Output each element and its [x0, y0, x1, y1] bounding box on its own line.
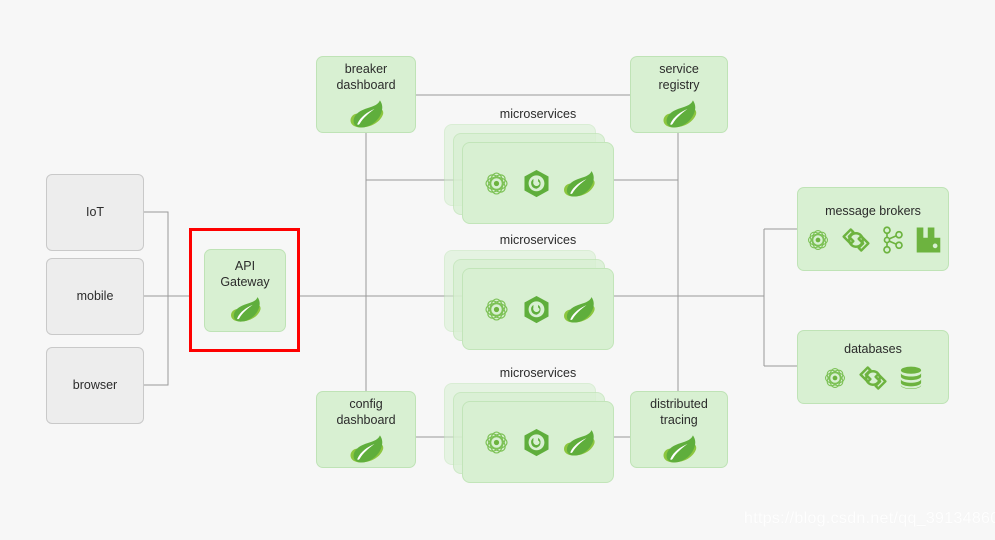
- spring-leaf-icon: [347, 433, 385, 464]
- atom-icon: [804, 226, 832, 254]
- spring-boot-icon: [521, 427, 552, 458]
- spring-leaf-icon: [347, 98, 385, 129]
- icon-row: [481, 168, 596, 199]
- spring-leaf-icon: [561, 295, 596, 324]
- node-label-line2: dashboard: [336, 412, 396, 427]
- spring-leaf-icon: [561, 428, 596, 457]
- node-label-line2: dashboard: [336, 77, 396, 92]
- node-label-line1: service: [659, 61, 699, 76]
- architecture-diagram-canvas: IoT mobile browser API Gateway breaker d: [0, 0, 995, 540]
- node-label: message brokers: [825, 204, 921, 218]
- client-label: IoT: [85, 204, 105, 219]
- spring-leaf-icon: [660, 433, 698, 464]
- icon-row: [347, 98, 385, 129]
- node-label: databases: [844, 342, 902, 356]
- icon-row: [660, 98, 698, 129]
- stack-card-front[interactable]: [462, 268, 614, 350]
- node-label-line1: config: [349, 396, 383, 411]
- stack-microservices-middle[interactable]: [444, 250, 624, 356]
- spring-boot-icon: [521, 294, 552, 325]
- node-api-gateway[interactable]: API Gateway: [204, 249, 286, 332]
- spring-data-icon: [858, 363, 888, 393]
- atom-icon: [481, 294, 512, 325]
- kafka-icon: [880, 225, 906, 255]
- spring-data-icon: [841, 225, 871, 255]
- spring-leaf-icon: [561, 169, 596, 198]
- microservices-caption-middle: microservices: [499, 233, 577, 247]
- stack-microservices-top[interactable]: [444, 124, 624, 230]
- node-label-line1: breaker: [344, 61, 388, 76]
- node-label: distributed tracing: [650, 396, 708, 428]
- microservices-caption-bottom: microservices: [499, 366, 577, 380]
- icon-row: [804, 225, 942, 255]
- client-box-mobile[interactable]: mobile: [46, 258, 144, 335]
- icon-row: [821, 363, 925, 393]
- csdn-watermark: https://blog.csdn.net/qq_39134860: [744, 510, 995, 527]
- stack-microservices-bottom[interactable]: [444, 383, 624, 489]
- icon-row: [481, 294, 596, 325]
- microservices-caption-top: microservices: [499, 107, 577, 121]
- client-label: mobile: [76, 288, 114, 303]
- atom-icon: [481, 427, 512, 458]
- node-databases[interactable]: databases: [797, 330, 949, 404]
- icon-row: [660, 433, 698, 464]
- node-label: API Gateway: [220, 258, 269, 290]
- node-label-line1: API: [234, 259, 256, 273]
- spring-leaf-icon: [660, 98, 698, 129]
- stack-card-front[interactable]: [462, 142, 614, 224]
- node-service-registry[interactable]: service registry: [630, 56, 728, 133]
- database-icon: [897, 364, 925, 392]
- node-label-line1: distributed: [650, 396, 708, 411]
- stack-card-front[interactable]: [462, 401, 614, 483]
- node-label-line2: Gateway: [220, 275, 270, 289]
- icon-row: [481, 427, 596, 458]
- node-label: config dashboard: [336, 396, 395, 428]
- node-label: breaker dashboard: [336, 61, 395, 93]
- spring-boot-icon: [521, 168, 552, 199]
- node-config-dashboard[interactable]: config dashboard: [316, 391, 416, 468]
- client-box-iot[interactable]: IoT: [46, 174, 144, 251]
- rabbitmq-icon: [915, 226, 942, 254]
- node-message-brokers[interactable]: message brokers: [797, 187, 949, 271]
- atom-icon: [481, 168, 512, 199]
- icon-row: [228, 295, 262, 323]
- node-label-line2: registry: [658, 77, 700, 92]
- client-label: browser: [72, 377, 118, 392]
- node-breaker-dashboard[interactable]: breaker dashboard: [316, 56, 416, 133]
- node-label: service registry: [659, 61, 700, 93]
- node-distributed-tracing[interactable]: distributed tracing: [630, 391, 728, 468]
- atom-icon: [821, 364, 849, 392]
- icon-row: [347, 433, 385, 464]
- client-box-browser[interactable]: browser: [46, 347, 144, 424]
- spring-leaf-icon: [228, 295, 262, 323]
- node-label-line2: tracing: [660, 412, 698, 427]
